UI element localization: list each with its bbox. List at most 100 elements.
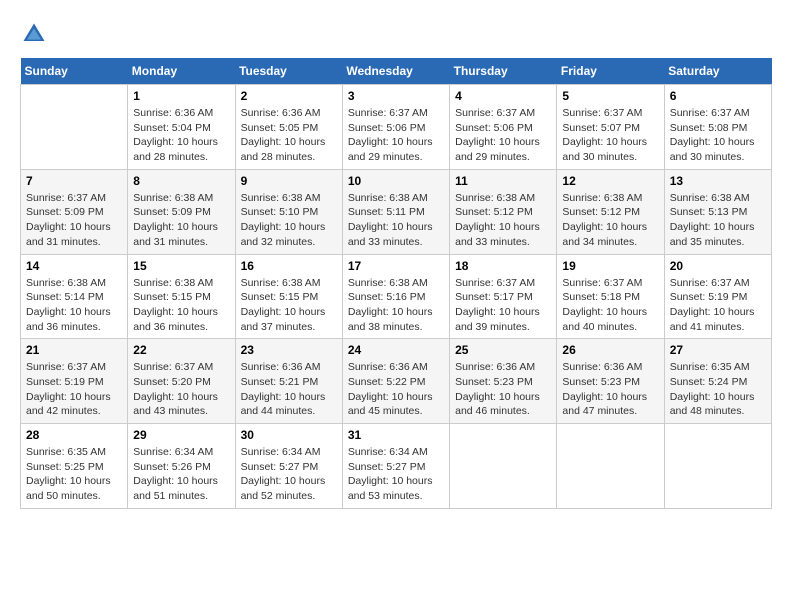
- day-number: 13: [670, 174, 766, 188]
- day-info: Sunrise: 6:38 AMSunset: 5:16 PMDaylight:…: [348, 276, 444, 335]
- day-info: Sunrise: 6:36 AMSunset: 5:23 PMDaylight:…: [455, 360, 551, 419]
- day-info: Sunrise: 6:34 AMSunset: 5:27 PMDaylight:…: [348, 445, 444, 504]
- day-number: 12: [562, 174, 658, 188]
- day-number: 30: [241, 428, 337, 442]
- calendar-cell: 14Sunrise: 6:38 AMSunset: 5:14 PMDayligh…: [21, 254, 128, 339]
- calendar-cell: 25 Sunrise: 6:36 AMSunset: 5:23 PMDayligh…: [450, 339, 557, 424]
- calendar-cell: 28Sunrise: 6:35 AMSunset: 5:25 PMDayligh…: [21, 424, 128, 509]
- day-header-saturday: Saturday: [664, 58, 771, 85]
- calendar-cell: 3 Sunrise: 6:37 AMSunset: 5:06 PMDaylight…: [342, 85, 449, 170]
- day-number: 4: [455, 89, 551, 103]
- calendar-cell: 4Sunrise: 6:37 AMSunset: 5:06 PMDaylight…: [450, 85, 557, 170]
- calendar-cell: 31 Sunrise: 6:34 AMSunset: 5:27 PMDayligh…: [342, 424, 449, 509]
- day-info: Sunrise: 6:38 AMSunset: 5:11 PMDaylight:…: [348, 191, 444, 250]
- calendar-cell: 5 Sunrise: 6:37 AMSunset: 5:07 PMDaylight…: [557, 85, 664, 170]
- logo-icon: [20, 20, 48, 48]
- day-number: 22: [133, 343, 229, 357]
- day-number: 20: [670, 259, 766, 273]
- calendar-cell: 15 Sunrise: 6:38 AMSunset: 5:15 PMDayligh…: [128, 254, 235, 339]
- calendar-cell: 9 Sunrise: 6:38 AMSunset: 5:10 PMDaylight…: [235, 169, 342, 254]
- day-info: Sunrise: 6:37 AMSunset: 5:08 PMDaylight:…: [670, 106, 766, 165]
- day-number: 29: [133, 428, 229, 442]
- day-number: 8: [133, 174, 229, 188]
- day-number: 23: [241, 343, 337, 357]
- calendar-cell: 7Sunrise: 6:37 AMSunset: 5:09 PMDaylight…: [21, 169, 128, 254]
- day-info: Sunrise: 6:38 AMSunset: 5:15 PMDaylight:…: [241, 276, 337, 335]
- day-number: 26: [562, 343, 658, 357]
- day-header-wednesday: Wednesday: [342, 58, 449, 85]
- day-info: Sunrise: 6:36 AMSunset: 5:23 PMDaylight:…: [562, 360, 658, 419]
- day-number: 21: [26, 343, 122, 357]
- calendar-cell: 13 Sunrise: 6:38 AMSunset: 5:13 PMDayligh…: [664, 169, 771, 254]
- day-number: 19: [562, 259, 658, 273]
- day-number: 2: [241, 89, 337, 103]
- calendar-cell: 23Sunrise: 6:36 AMSunset: 5:21 PMDayligh…: [235, 339, 342, 424]
- calendar-cell: 10 Sunrise: 6:38 AMSunset: 5:11 PMDayligh…: [342, 169, 449, 254]
- header-row: SundayMondayTuesdayWednesdayThursdayFrid…: [21, 58, 772, 85]
- day-number: 17: [348, 259, 444, 273]
- day-info: Sunrise: 6:38 AMSunset: 5:14 PMDaylight:…: [26, 276, 122, 335]
- day-header-thursday: Thursday: [450, 58, 557, 85]
- day-info: Sunrise: 6:37 AMSunset: 5:18 PMDaylight:…: [562, 276, 658, 335]
- calendar-cell: 30 Sunrise: 6:34 AMSunset: 5:27 PMDayligh…: [235, 424, 342, 509]
- day-number: 31: [348, 428, 444, 442]
- calendar-cell: [557, 424, 664, 509]
- day-number: 15: [133, 259, 229, 273]
- day-number: 10: [348, 174, 444, 188]
- calendar-cell: 24Sunrise: 6:36 AMSunset: 5:22 PMDayligh…: [342, 339, 449, 424]
- week-row-3: 14Sunrise: 6:38 AMSunset: 5:14 PMDayligh…: [21, 254, 772, 339]
- week-row-2: 7Sunrise: 6:37 AMSunset: 5:09 PMDaylight…: [21, 169, 772, 254]
- calendar-cell: 2 Sunrise: 6:36 AMSunset: 5:05 PMDaylight…: [235, 85, 342, 170]
- day-number: 5: [562, 89, 658, 103]
- day-number: 24: [348, 343, 444, 357]
- day-info: Sunrise: 6:38 AMSunset: 5:12 PMDaylight:…: [455, 191, 551, 250]
- calendar-cell: 16Sunrise: 6:38 AMSunset: 5:15 PMDayligh…: [235, 254, 342, 339]
- day-info: Sunrise: 6:38 AMSunset: 5:12 PMDaylight:…: [562, 191, 658, 250]
- calendar-cell: 17 Sunrise: 6:38 AMSunset: 5:16 PMDayligh…: [342, 254, 449, 339]
- calendar-cell: [664, 424, 771, 509]
- day-info: Sunrise: 6:37 AMSunset: 5:19 PMDaylight:…: [670, 276, 766, 335]
- calendar-cell: 29 Sunrise: 6:34 AMSunset: 5:26 PMDayligh…: [128, 424, 235, 509]
- page-header: [20, 20, 772, 48]
- calendar-cell: 20 Sunrise: 6:37 AMSunset: 5:19 PMDayligh…: [664, 254, 771, 339]
- calendar-cell: 19 Sunrise: 6:37 AMSunset: 5:18 PMDayligh…: [557, 254, 664, 339]
- day-info: Sunrise: 6:38 AMSunset: 5:13 PMDaylight:…: [670, 191, 766, 250]
- day-number: 6: [670, 89, 766, 103]
- calendar-cell: 1 Sunrise: 6:36 AMSunset: 5:04 PMDaylight…: [128, 85, 235, 170]
- day-header-monday: Monday: [128, 58, 235, 85]
- calendar-cell: 11 Sunrise: 6:38 AMSunset: 5:12 PMDayligh…: [450, 169, 557, 254]
- day-info: Sunrise: 6:38 AMSunset: 5:10 PMDaylight:…: [241, 191, 337, 250]
- calendar-cell: 6 Sunrise: 6:37 AMSunset: 5:08 PMDaylight…: [664, 85, 771, 170]
- day-header-tuesday: Tuesday: [235, 58, 342, 85]
- day-number: 27: [670, 343, 766, 357]
- day-number: 11: [455, 174, 551, 188]
- day-number: 7: [26, 174, 122, 188]
- day-info: Sunrise: 6:37 AMSunset: 5:07 PMDaylight:…: [562, 106, 658, 165]
- day-info: Sunrise: 6:35 AMSunset: 5:24 PMDaylight:…: [670, 360, 766, 419]
- calendar-cell: 18Sunrise: 6:37 AMSunset: 5:17 PMDayligh…: [450, 254, 557, 339]
- day-info: Sunrise: 6:38 AMSunset: 5:09 PMDaylight:…: [133, 191, 229, 250]
- day-info: Sunrise: 6:38 AMSunset: 5:15 PMDaylight:…: [133, 276, 229, 335]
- day-info: Sunrise: 6:36 AMSunset: 5:04 PMDaylight:…: [133, 106, 229, 165]
- day-info: Sunrise: 6:37 AMSunset: 5:19 PMDaylight:…: [26, 360, 122, 419]
- day-info: Sunrise: 6:37 AMSunset: 5:17 PMDaylight:…: [455, 276, 551, 335]
- calendar-cell: 12 Sunrise: 6:38 AMSunset: 5:12 PMDayligh…: [557, 169, 664, 254]
- day-info: Sunrise: 6:34 AMSunset: 5:27 PMDaylight:…: [241, 445, 337, 504]
- calendar-cell: 26 Sunrise: 6:36 AMSunset: 5:23 PMDayligh…: [557, 339, 664, 424]
- day-info: Sunrise: 6:37 AMSunset: 5:06 PMDaylight:…: [348, 106, 444, 165]
- day-info: Sunrise: 6:36 AMSunset: 5:05 PMDaylight:…: [241, 106, 337, 165]
- day-info: Sunrise: 6:37 AMSunset: 5:20 PMDaylight:…: [133, 360, 229, 419]
- day-info: Sunrise: 6:34 AMSunset: 5:26 PMDaylight:…: [133, 445, 229, 504]
- week-row-5: 28Sunrise: 6:35 AMSunset: 5:25 PMDayligh…: [21, 424, 772, 509]
- day-number: 3: [348, 89, 444, 103]
- calendar-table: SundayMondayTuesdayWednesdayThursdayFrid…: [20, 58, 772, 509]
- day-number: 1: [133, 89, 229, 103]
- calendar-cell: [450, 424, 557, 509]
- day-number: 9: [241, 174, 337, 188]
- calendar-cell: [21, 85, 128, 170]
- day-header-sunday: Sunday: [21, 58, 128, 85]
- week-row-1: 1 Sunrise: 6:36 AMSunset: 5:04 PMDaylight…: [21, 85, 772, 170]
- calendar-cell: 27 Sunrise: 6:35 AMSunset: 5:24 PMDayligh…: [664, 339, 771, 424]
- week-row-4: 21 Sunrise: 6:37 AMSunset: 5:19 PMDayligh…: [21, 339, 772, 424]
- day-number: 25: [455, 343, 551, 357]
